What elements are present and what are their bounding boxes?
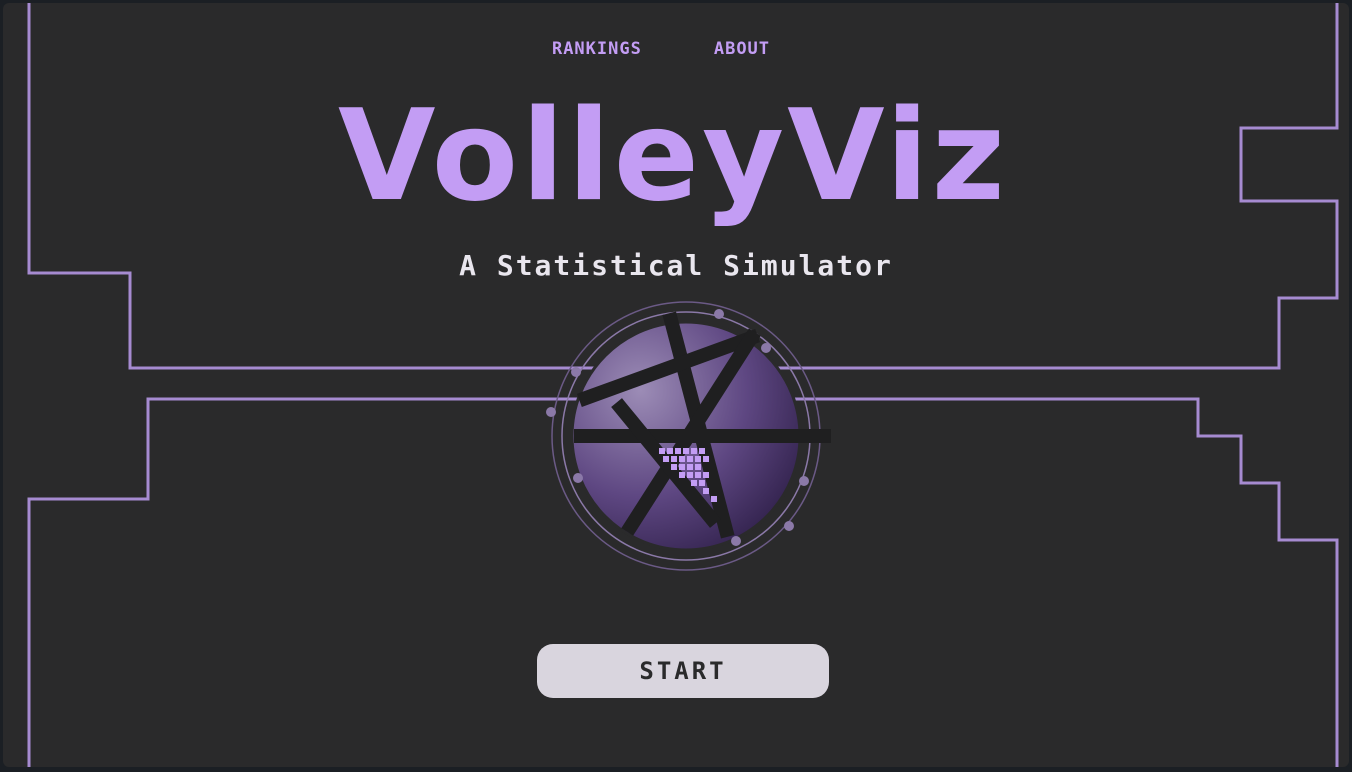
volleyball-emblem-icon (546, 301, 831, 571)
app-title: VolleyViz (338, 82, 1008, 229)
start-button[interactable]: START (537, 644, 829, 698)
top-nav: RANKINGS ABOUT (3, 39, 1349, 59)
nav-about-link[interactable]: ABOUT (714, 39, 770, 59)
app-subtitle: A Statistical Simulator (459, 249, 893, 282)
landing-page: RANKINGS ABOUT VolleyViz A Statistical S… (3, 3, 1349, 767)
nav-rankings-link[interactable]: RANKINGS (552, 39, 642, 59)
